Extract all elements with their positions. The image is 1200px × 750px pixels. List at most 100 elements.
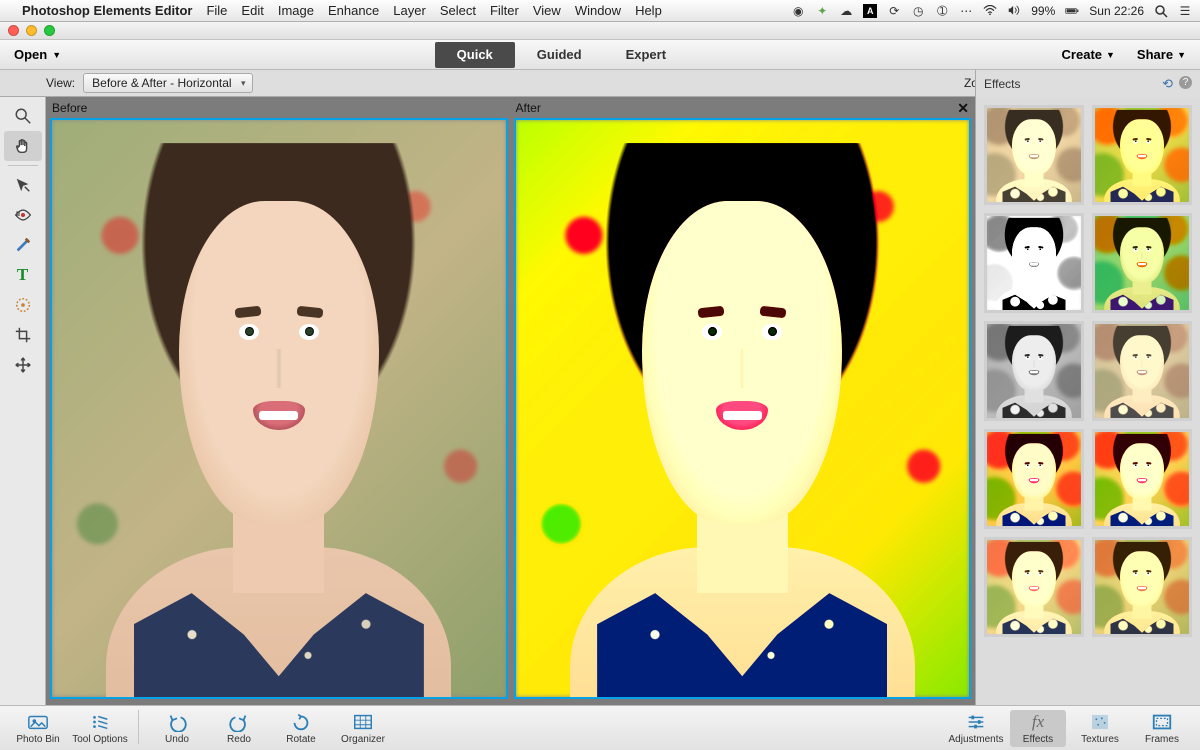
window-zoom-icon[interactable] [44, 25, 55, 36]
view-mode-value: Before & After - Horizontal [92, 76, 231, 90]
menubar-clock[interactable]: Sun 22:26 [1089, 4, 1144, 18]
wifi-icon[interactable] [983, 4, 997, 18]
menu-help[interactable]: Help [635, 3, 662, 18]
hand-tool[interactable] [4, 131, 42, 161]
rotate-icon [290, 712, 312, 732]
tab-quick[interactable]: Quick [435, 42, 515, 68]
photo-bin-icon [27, 712, 49, 732]
view-label: View: [46, 76, 75, 90]
menu-layer[interactable]: Layer [393, 3, 426, 18]
after-column: After [514, 99, 972, 699]
zoom-tool[interactable] [4, 101, 42, 131]
window-close-icon[interactable] [8, 25, 19, 36]
menu-view[interactable]: View [533, 3, 561, 18]
adjustments-label: Adjustments [948, 734, 1003, 745]
tool-options-button[interactable]: Tool Options [72, 710, 128, 747]
menu-file[interactable]: File [206, 3, 227, 18]
effect-thumb-sketch[interactable] [984, 213, 1084, 313]
canvas-zone: ✕ Before [46, 97, 975, 705]
rotate-label: Rotate [286, 734, 315, 745]
effect-thumb-sepia[interactable] [984, 105, 1084, 205]
effect-thumb-cross[interactable] [1092, 429, 1192, 529]
effects-icon: fx [1027, 712, 1049, 732]
menu-enhance[interactable]: Enhance [328, 3, 379, 18]
effect-thumb-warm[interactable] [984, 537, 1084, 637]
before-label: Before [50, 99, 508, 118]
adjustments-button[interactable]: Adjustments [948, 710, 1004, 747]
effect-thumb-lomo[interactable] [984, 429, 1084, 529]
crop-tool[interactable] [4, 320, 42, 350]
effects-label: Effects [1023, 734, 1053, 745]
organizer-icon [352, 712, 374, 732]
tab-quick-label: Quick [457, 47, 493, 62]
rotate-button[interactable]: Rotate [273, 710, 329, 747]
mac-menubar: Photoshop Elements Editor File Edit Imag… [0, 0, 1200, 22]
redo-icon [228, 712, 250, 732]
share-button[interactable]: Share▼ [1137, 47, 1186, 62]
cloud-icon[interactable]: ☁ [839, 4, 853, 18]
status-icon-2[interactable]: ✦ [815, 4, 829, 18]
after-image[interactable] [514, 118, 972, 699]
create-label: Create [1062, 47, 1102, 62]
type-tool[interactable]: T [4, 260, 42, 290]
window-minimize-icon[interactable] [26, 25, 37, 36]
whiten-teeth-tool[interactable] [4, 230, 42, 260]
sync-icon[interactable]: ⟳ [887, 4, 901, 18]
main-area: T ✕ Before [0, 97, 1200, 705]
menu-extras-icon[interactable]: ☰ [1178, 4, 1192, 18]
open-button[interactable]: Open▼ [14, 47, 61, 62]
separator [138, 710, 139, 744]
menu-filter[interactable]: Filter [490, 3, 519, 18]
share-label: Share [1137, 47, 1173, 62]
battery-icon[interactable] [1065, 4, 1079, 18]
undo-label: Undo [165, 734, 189, 745]
adobe-icon[interactable]: A [863, 4, 877, 18]
menu-window[interactable]: Window [575, 3, 621, 18]
quick-select-tool[interactable] [4, 170, 42, 200]
help-icon[interactable]: ? [1179, 76, 1192, 89]
create-button[interactable]: Create▼ [1062, 47, 1115, 62]
undo-button[interactable]: Undo [149, 710, 205, 747]
frames-label: Frames [1145, 734, 1179, 745]
redo-button[interactable]: Redo [211, 710, 267, 747]
menu-image[interactable]: Image [278, 3, 314, 18]
spotlight-icon[interactable] [1154, 4, 1168, 18]
menu-select[interactable]: Select [440, 3, 476, 18]
effects-button[interactable]: fx Effects [1010, 710, 1066, 747]
organizer-button[interactable]: Organizer [335, 710, 391, 747]
textures-button[interactable]: Textures [1072, 710, 1128, 747]
tool-options-label: Tool Options [72, 734, 128, 745]
menubar-app-name[interactable]: Photoshop Elements Editor [22, 3, 192, 18]
app-toolbar: Open▼ Quick Guided Expert Create▼ Share▼ [0, 40, 1200, 70]
before-image[interactable] [50, 118, 508, 699]
photo-bin-label: Photo Bin [16, 734, 59, 745]
effect-thumb-bw[interactable] [984, 321, 1084, 421]
frames-button[interactable]: Frames [1134, 710, 1190, 747]
menu-edit[interactable]: Edit [241, 3, 263, 18]
effect-thumb-yellow[interactable] [1092, 105, 1192, 205]
effects-panel-header: Effects ⟲ ? [975, 70, 1200, 97]
volume-icon[interactable] [1007, 4, 1021, 18]
user-icon[interactable]: ➀ [935, 4, 949, 18]
effect-thumb-gold[interactable] [1092, 537, 1192, 637]
effects-panel [975, 97, 1200, 705]
tab-guided[interactable]: Guided [515, 42, 604, 68]
open-label: Open [14, 47, 47, 62]
close-document-icon[interactable]: ✕ [957, 100, 969, 117]
effect-thumb-old[interactable] [1092, 321, 1192, 421]
view-mode-dropdown[interactable]: Before & After - Horizontal [83, 73, 252, 93]
battery-percent[interactable]: 99% [1031, 4, 1055, 18]
effect-thumb-purple[interactable] [1092, 213, 1192, 313]
move-tool[interactable] [4, 350, 42, 380]
clock-icon[interactable]: ◷ [911, 4, 925, 18]
reset-icon[interactable]: ⟲ [1162, 76, 1173, 92]
photo-bin-button[interactable]: Photo Bin [10, 710, 66, 747]
organizer-label: Organizer [341, 734, 385, 745]
redeye-tool[interactable] [4, 200, 42, 230]
effects-panel-title: Effects [984, 77, 1020, 91]
status-icon-1[interactable]: ◉ [791, 4, 805, 18]
spot-heal-tool[interactable] [4, 290, 42, 320]
tab-expert[interactable]: Expert [604, 42, 688, 68]
tool-options-icon [89, 712, 111, 732]
adjustments-icon [965, 712, 987, 732]
